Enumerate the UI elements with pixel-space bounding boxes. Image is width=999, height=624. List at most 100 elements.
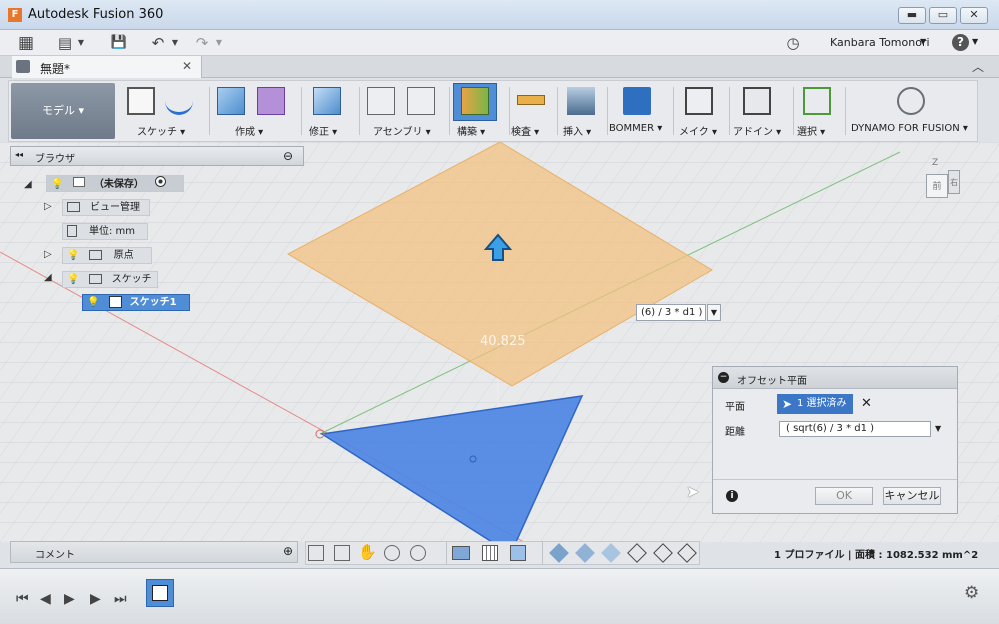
comment-panel[interactable]: コメント ⊕: [10, 541, 298, 563]
file-menu-caret-icon[interactable]: ▼: [76, 33, 86, 53]
dynamo-node-icon[interactable]: [897, 87, 925, 115]
modify-menu-label[interactable]: 修正 ▾: [309, 123, 337, 138]
shaded-hidden-icon[interactable]: [601, 543, 621, 563]
close-window-button[interactable]: ✕: [960, 7, 988, 24]
data-panel-grid-icon[interactable]: ▦: [12, 33, 40, 53]
dynamo-menu-label[interactable]: DYNAMO FOR FUSION ▾: [851, 123, 968, 134]
select-menu-label[interactable]: 選択 ▾: [797, 123, 825, 138]
inspect-menu-label[interactable]: 検査 ▾: [511, 123, 539, 138]
addins-group[interactable]: アドイン ▾: [731, 81, 791, 141]
3d-print-icon[interactable]: [685, 87, 713, 115]
joint-icon[interactable]: [407, 87, 435, 115]
bommer-menu-label[interactable]: BOMMER ▾: [609, 123, 662, 134]
make-group[interactable]: メイク ▾: [675, 81, 727, 141]
redo-icon[interactable]: ↷: [192, 33, 212, 53]
create-group[interactable]: 作成 ▾: [211, 81, 299, 141]
plane-selection-button[interactable]: ➤ 1 選択済み: [777, 394, 853, 414]
go-to-end-icon[interactable]: ⏭: [114, 591, 127, 607]
minimize-button[interactable]: ▬: [898, 7, 926, 24]
file-menu-icon[interactable]: ▤: [56, 33, 74, 53]
assemble-menu-label[interactable]: アセンブリ ▾: [373, 123, 431, 138]
new-component-icon[interactable]: [367, 87, 395, 115]
step-forward-icon[interactable]: ▶: [90, 591, 101, 607]
save-icon[interactable]: 💾: [108, 33, 130, 53]
viewports-icon[interactable]: [510, 545, 526, 561]
browser-panel-header[interactable]: ◂◂ ブラウザ ⊖: [10, 146, 304, 166]
bommer-group[interactable]: BOMMER ▾: [609, 81, 669, 141]
measure-icon[interactable]: [517, 95, 545, 105]
go-to-start-icon[interactable]: ⏮: [16, 591, 29, 607]
shaded-edges-icon[interactable]: [575, 543, 595, 563]
viewcube-right-face[interactable]: 右: [948, 170, 960, 194]
assemble-group[interactable]: アセンブリ ▾: [361, 81, 447, 141]
visibility-bulb-icon[interactable]: 💡: [67, 274, 79, 285]
info-icon[interactable]: i: [726, 490, 738, 502]
insert-menu-label[interactable]: 挿入 ▾: [563, 123, 591, 138]
browser-node-sketch1[interactable]: 💡 スケッチ1: [82, 294, 190, 311]
workspace-selector[interactable]: モデル ▾: [11, 83, 115, 139]
insert-group[interactable]: 挿入 ▾: [559, 81, 607, 141]
collapse-toolbar-icon[interactable]: ︿: [972, 58, 984, 75]
job-status-clock-icon[interactable]: ◷: [782, 33, 804, 53]
wireframe-hidden-icon[interactable]: [653, 543, 673, 563]
distance-dropdown-icon[interactable]: ▼: [935, 424, 941, 433]
construct-group[interactable]: 構築 ▾: [451, 81, 509, 141]
visibility-bulb-icon[interactable]: 💡: [87, 297, 99, 308]
redo-caret-icon[interactable]: ▼: [214, 33, 224, 53]
viewcube-front-face[interactable]: 前: [926, 174, 948, 198]
activate-radio-icon[interactable]: [155, 176, 167, 187]
create-sketch-icon[interactable]: [127, 87, 155, 115]
visibility-bulb-icon[interactable]: 💡: [51, 179, 63, 190]
display-settings-icon[interactable]: [452, 546, 470, 560]
inspect-group[interactable]: 検査 ▾: [511, 81, 557, 141]
browser-node-units[interactable]: 単位: mm: [62, 223, 148, 240]
undo-caret-icon[interactable]: ▼: [170, 33, 180, 53]
expand-origin-icon[interactable]: ▷: [44, 249, 52, 260]
clear-selection-icon[interactable]: ✕: [861, 396, 872, 411]
construct-menu-label[interactable]: 構築 ▾: [457, 123, 485, 138]
timeline-sketch-feature[interactable]: [146, 579, 174, 607]
browser-node-sketches[interactable]: 💡 スケッチ: [62, 271, 158, 288]
extrude-icon[interactable]: [217, 87, 245, 115]
box-icon[interactable]: [257, 87, 285, 115]
hidden-bulb-icon[interactable]: 💡: [67, 250, 79, 261]
close-tab-icon[interactable]: ✕: [182, 59, 192, 73]
press-pull-icon[interactable]: [313, 87, 341, 115]
add-comment-icon[interactable]: ⊕: [283, 544, 293, 558]
bommer-scroll-icon[interactable]: [623, 87, 651, 115]
dynamo-group[interactable]: DYNAMO FOR FUSION ▾: [847, 81, 975, 141]
sketch-group[interactable]: スケッチ ▾: [121, 81, 207, 141]
look-at-icon[interactable]: [334, 545, 350, 561]
modify-group[interactable]: 修正 ▾: [303, 81, 357, 141]
browser-node-views[interactable]: ビュー管理: [62, 199, 150, 216]
visible-edges-icon[interactable]: [677, 543, 697, 563]
viewcube[interactable]: 前 右 Z: [918, 158, 962, 204]
expand-sketches-icon[interactable]: ◢: [44, 272, 52, 283]
timeline-settings-gear-icon[interactable]: ⚙: [964, 583, 979, 603]
scripts-addins-icon[interactable]: [743, 87, 771, 115]
insert-image-icon[interactable]: [567, 87, 595, 115]
float-input-dropdown-icon[interactable]: ▼: [707, 304, 721, 321]
make-menu-label[interactable]: メイク ▾: [679, 123, 717, 138]
orbit-icon[interactable]: [308, 545, 324, 561]
expand-root-icon[interactable]: ◢: [24, 176, 32, 190]
help-caret-icon[interactable]: ▼: [972, 37, 978, 46]
browser-minimize-icon[interactable]: ⊖: [283, 149, 293, 163]
select-cursor-icon[interactable]: [803, 87, 831, 115]
pan-hand-icon[interactable]: ✋: [358, 543, 377, 561]
distance-input[interactable]: ( sqrt(6) / 3 * d1 ): [779, 421, 931, 437]
step-back-icon[interactable]: ◀: [40, 591, 51, 607]
cancel-button[interactable]: キャンセル: [883, 487, 941, 505]
user-account-menu[interactable]: Kanbara Tomonori: [830, 36, 930, 49]
undo-icon[interactable]: ↶: [148, 33, 168, 53]
document-tab[interactable]: 無題* ✕: [12, 56, 202, 78]
zoom-icon[interactable]: [384, 545, 400, 561]
maximize-button[interactable]: ▭: [929, 7, 957, 24]
help-icon[interactable]: ?: [952, 34, 969, 51]
addins-menu-label[interactable]: アドイン ▾: [733, 123, 781, 138]
dialog-collapse-icon[interactable]: −: [718, 372, 729, 383]
play-icon[interactable]: ▶: [64, 591, 75, 607]
browser-root-node[interactable]: 💡 （未保存）: [46, 175, 184, 192]
floating-distance-input[interactable]: (6) / 3 * d1 ): [636, 304, 706, 321]
shaded-cube-icon[interactable]: [549, 543, 569, 563]
